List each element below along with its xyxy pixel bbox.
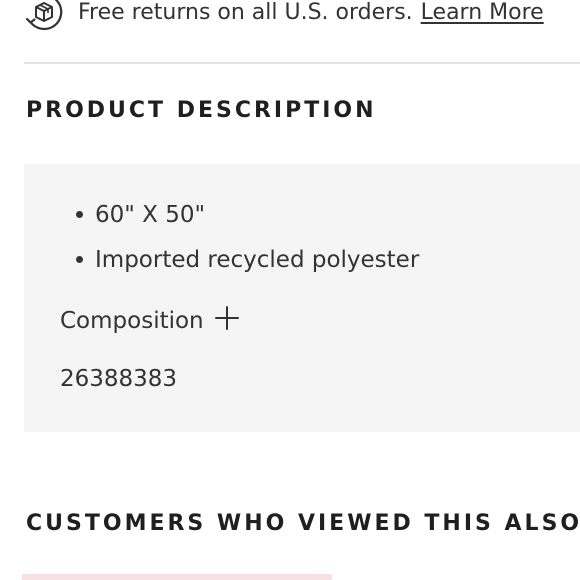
product-feature-list: 60" X 50" Imported recycled polyester <box>76 192 419 282</box>
recommendation-card-edge <box>22 574 332 580</box>
bullet-icon <box>76 211 83 218</box>
product-details-page: Free returns on all U.S. orders. Learn M… <box>0 0 580 580</box>
composition-toggle[interactable]: Composition <box>60 305 240 334</box>
product-sku: 26388383 <box>60 366 178 392</box>
free-returns-text: Free returns on all U.S. orders. <box>78 0 413 25</box>
bullet-icon <box>76 256 83 263</box>
learn-more-link[interactable]: Learn More <box>421 0 544 25</box>
section-divider <box>24 62 580 64</box>
composition-label: Composition <box>60 308 204 334</box>
list-item: Imported recycled polyester <box>76 237 419 282</box>
free-returns-banner: Free returns on all U.S. orders. Learn M… <box>24 0 544 32</box>
plus-icon[interactable] <box>214 305 240 331</box>
customers-also-viewed-heading: CUSTOMERS WHO VIEWED THIS ALSO VIEWED <box>26 511 580 536</box>
product-description-heading: PRODUCT DESCRIPTION <box>26 98 377 123</box>
feature-text: Imported recycled polyester <box>95 246 420 273</box>
list-item: 60" X 50" <box>76 192 419 237</box>
box-return-icon <box>25 0 63 31</box>
product-description-panel: 60" X 50" Imported recycled polyester Co… <box>24 164 580 432</box>
feature-text: 60" X 50" <box>95 201 206 228</box>
